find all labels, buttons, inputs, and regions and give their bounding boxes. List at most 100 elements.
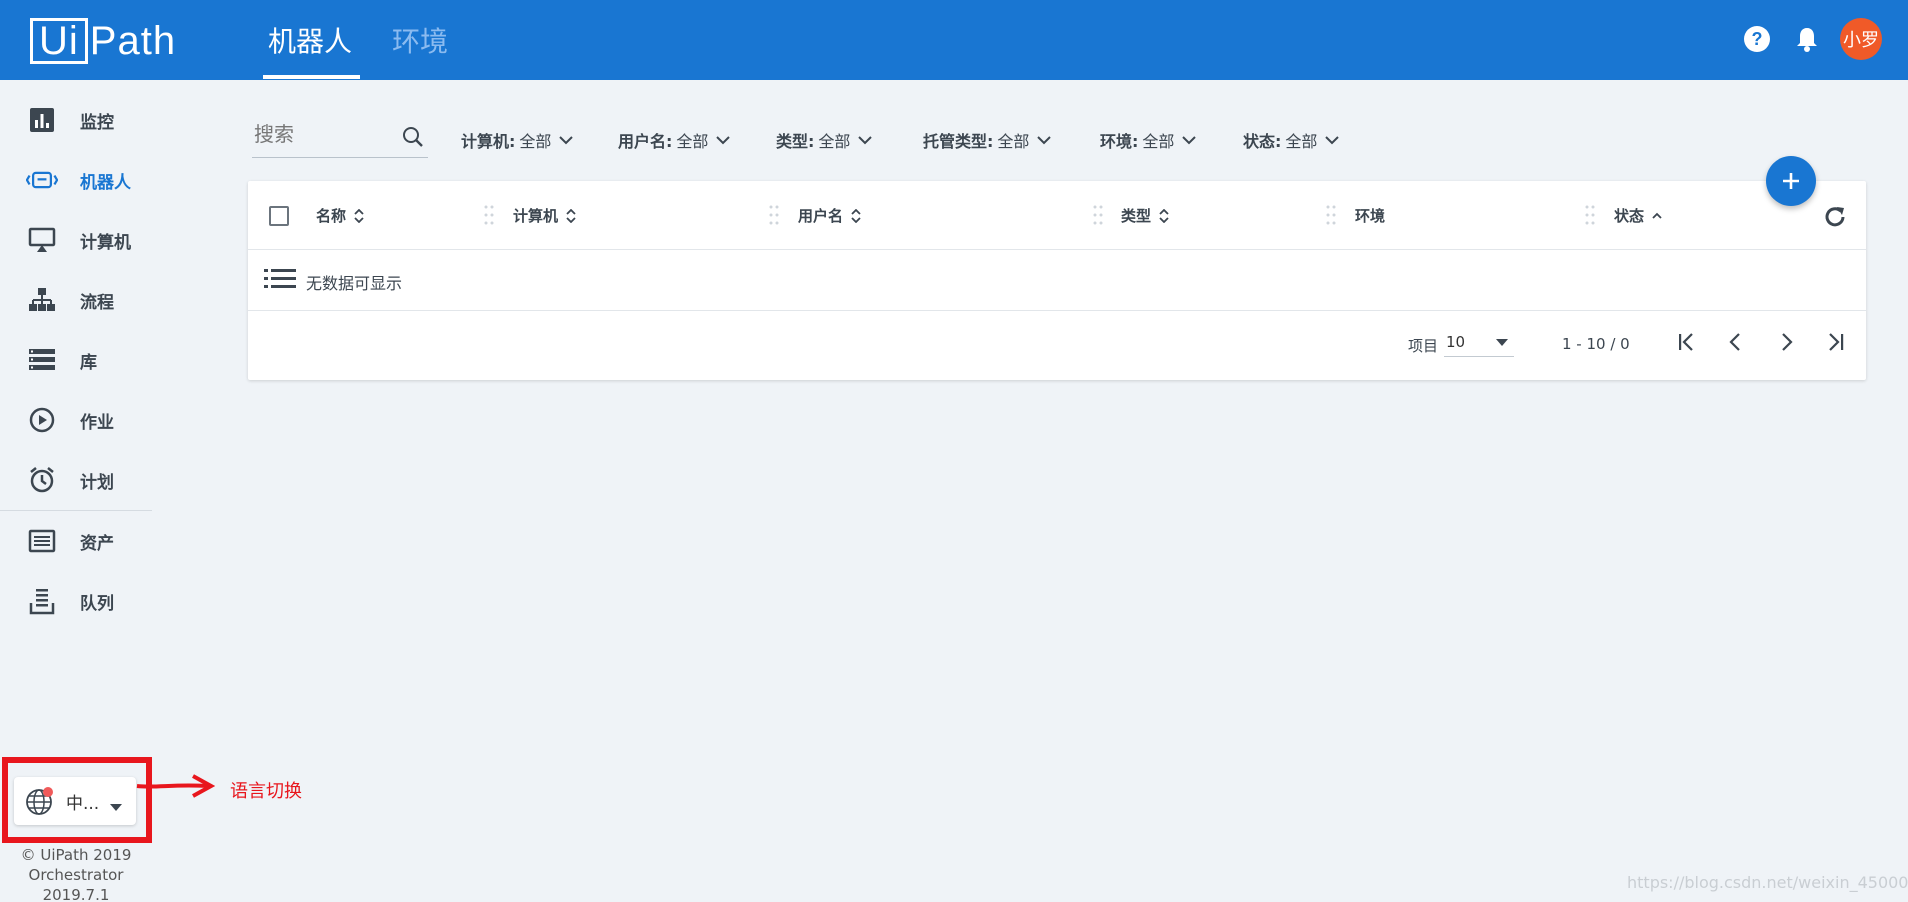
sidebar-item-label: 计划 <box>80 472 114 493</box>
filter-username[interactable]: 用户名: 全部 <box>618 127 731 153</box>
table-header: 名称 计算机 用户名 类型 环境 状态 <box>248 181 1866 250</box>
sort-both-icon <box>566 208 576 223</box>
annotation-arrow-icon <box>135 772 216 802</box>
add-robot-button[interactable] <box>1766 156 1816 206</box>
language-selector-label: 中... <box>66 793 100 814</box>
tab-robots[interactable]: 机器人 <box>268 22 352 62</box>
assets-icon <box>26 525 58 557</box>
page-range-text: 1 - 10 / 0 <box>1562 335 1630 353</box>
chevron-down-icon <box>1182 135 1197 144</box>
filter-key: 托管类型: <box>923 132 994 151</box>
sidebar-item-monitoring[interactable]: 监控 <box>0 92 152 148</box>
library-icon <box>26 344 58 376</box>
robot-icon <box>26 164 58 196</box>
sidebar-item-label: 资产 <box>80 533 114 554</box>
previous-page-button[interactable] <box>1718 324 1754 360</box>
globe-icon <box>24 785 56 821</box>
search-box <box>252 118 428 158</box>
plus-icon <box>1783 173 1799 189</box>
page-size-select[interactable]: 10 <box>1444 329 1514 357</box>
svg-text:?: ? <box>1752 29 1763 49</box>
column-header-label: 状态 <box>1614 207 1645 225</box>
last-page-button[interactable] <box>1818 324 1854 360</box>
uipath-logo[interactable]: Ui Path <box>30 18 176 64</box>
sort-both-icon <box>354 208 364 223</box>
filter-hosting-type[interactable]: 托管类型: 全部 <box>923 127 1052 153</box>
column-drag-handle-icon[interactable] <box>1093 203 1103 227</box>
process-tree-icon <box>26 284 58 316</box>
column-header-username[interactable]: 用户名 <box>798 205 861 226</box>
alarm-clock-icon <box>26 464 58 496</box>
filter-environment[interactable]: 环境: 全部 <box>1100 127 1197 153</box>
column-header-label: 类型 <box>1121 207 1152 225</box>
column-header-environment[interactable]: 环境 <box>1355 205 1385 226</box>
sidebar-divider <box>0 510 152 511</box>
sidebar-item-machines[interactable]: 计算机 <box>0 212 152 268</box>
column-header-label: 用户名 <box>798 207 844 225</box>
filter-value: 全部 <box>818 132 851 151</box>
caret-down-icon <box>1496 339 1508 346</box>
column-drag-handle-icon[interactable] <box>1585 203 1595 227</box>
column-drag-handle-icon[interactable] <box>769 203 779 227</box>
empty-state-row: 无数据可显示 <box>248 250 1866 311</box>
column-header-name[interactable]: 名称 <box>316 205 364 226</box>
chevron-down-icon <box>1037 135 1052 144</box>
sidebar-item-robots[interactable]: 机器人 <box>0 152 152 208</box>
column-header-label: 计算机 <box>513 207 559 225</box>
search-input[interactable] <box>254 122 394 146</box>
column-drag-handle-icon[interactable] <box>484 203 494 227</box>
sidebar-item-jobs[interactable]: 作业 <box>0 392 152 448</box>
chevron-down-icon <box>716 135 731 144</box>
filter-type[interactable]: 类型: 全部 <box>776 127 873 153</box>
list-icon <box>264 269 296 288</box>
sidebar-item-processes[interactable]: 流程 <box>0 272 152 328</box>
sidebar-item-label: 计算机 <box>80 232 131 253</box>
filter-key: 环境: <box>1100 132 1139 151</box>
copyright-line-1: © UiPath 2019 <box>20 846 132 864</box>
sidebar-item-label: 监控 <box>80 112 114 133</box>
robots-table-card: 名称 计算机 用户名 类型 环境 状态 无数据可显示 项目 10 1 - 10 … <box>248 181 1866 380</box>
sidebar-item-label: 机器人 <box>80 172 131 193</box>
column-drag-handle-icon[interactable] <box>1326 203 1336 227</box>
watermark: https://blog.csdn.net/weixin_45000314 <box>1627 873 1908 892</box>
refresh-icon[interactable] <box>1820 202 1850 232</box>
language-selector[interactable]: 中... <box>14 777 136 825</box>
chevron-down-icon <box>1325 135 1340 144</box>
first-page-button[interactable] <box>1668 324 1704 360</box>
filter-machine[interactable]: 计算机: 全部 <box>461 127 574 153</box>
filter-key: 类型: <box>776 132 815 151</box>
column-header-label: 名称 <box>316 207 347 225</box>
top-bar: Ui Path 机器人 环境 ? 小罗 <box>0 0 1908 80</box>
help-icon[interactable]: ? <box>1742 24 1772 54</box>
column-header-type[interactable]: 类型 <box>1121 205 1169 226</box>
sidebar-item-queues[interactable]: 队列 <box>0 573 152 629</box>
sidebar-item-assets[interactable]: 资产 <box>0 513 152 569</box>
tab-environments[interactable]: 环境 <box>392 22 448 62</box>
caret-down-icon <box>110 797 122 816</box>
chevron-right-icon <box>1782 333 1793 351</box>
column-header-label: 环境 <box>1355 207 1386 225</box>
filter-value: 全部 <box>1142 132 1175 151</box>
sort-both-icon <box>851 208 861 223</box>
sidebar-item-schedules[interactable]: 计划 <box>0 452 152 508</box>
select-all-checkbox[interactable] <box>269 206 289 226</box>
copyright: © UiPath 2019 Orchestrator 2019.7.1 <box>0 845 152 902</box>
filter-key: 状态: <box>1243 132 1282 151</box>
logo-box-text: Ui <box>30 18 88 64</box>
queue-icon <box>26 585 58 617</box>
column-header-machine[interactable]: 计算机 <box>513 205 576 226</box>
column-header-status[interactable]: 状态 <box>1614 205 1662 226</box>
next-page-button[interactable] <box>1768 324 1804 360</box>
chevron-down-icon <box>858 135 873 144</box>
bell-icon[interactable] <box>1792 24 1822 54</box>
sidebar-item-libraries[interactable]: 库 <box>0 332 152 388</box>
user-avatar[interactable]: 小罗 <box>1840 18 1882 60</box>
filter-status[interactable]: 状态: 全部 <box>1243 127 1340 153</box>
search-icon[interactable] <box>402 126 424 152</box>
sort-ascending-icon <box>1652 212 1662 219</box>
chevron-left-icon <box>1729 333 1740 351</box>
last-page-icon <box>1829 333 1844 351</box>
sidebar-item-label: 库 <box>80 352 97 373</box>
filter-key: 用户名: <box>618 132 673 151</box>
sort-both-icon <box>1159 208 1169 223</box>
